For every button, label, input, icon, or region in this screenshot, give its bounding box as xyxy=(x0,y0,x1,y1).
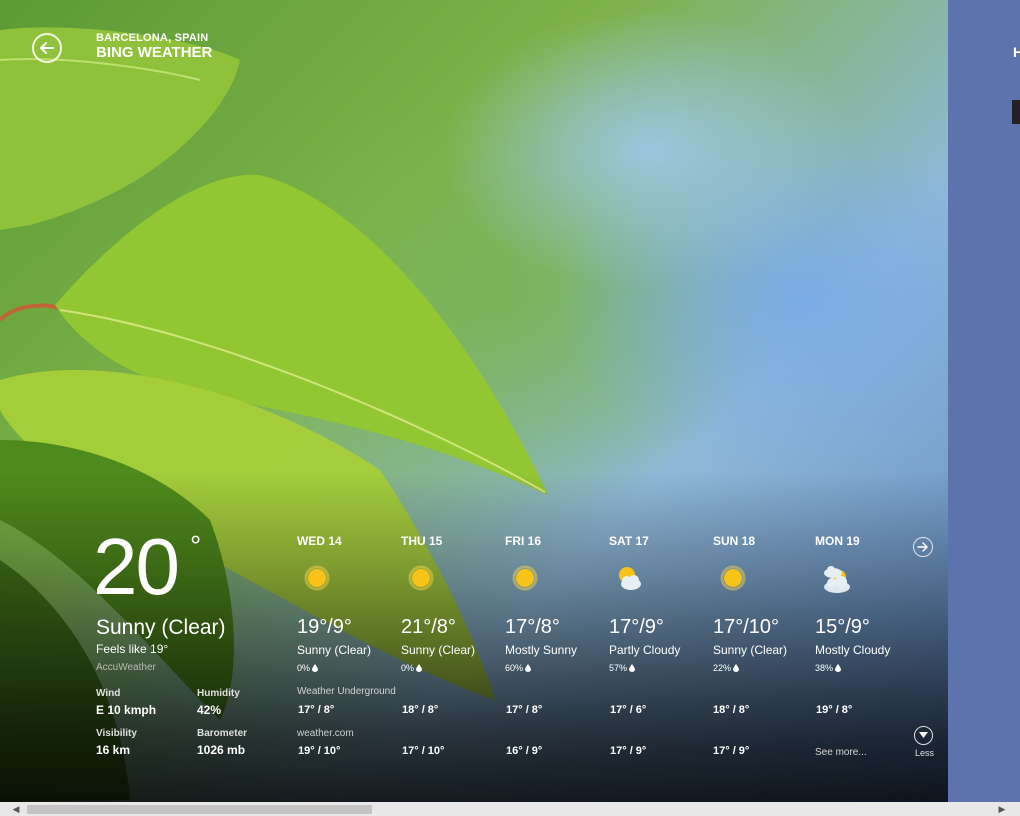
forecast-day[interactable]: THU 15 21°/8° Sunny (Clear) 0% xyxy=(401,534,505,673)
back-button[interactable] xyxy=(32,33,62,63)
day-temps: 17°/9° xyxy=(609,616,664,638)
source-forecast: 19° / 8° xyxy=(816,704,853,716)
precipitation-value: 22% xyxy=(713,663,732,673)
degree-symbol: ° xyxy=(190,530,202,561)
day-temps: 17°/8° xyxy=(505,616,560,638)
raindrop-icon xyxy=(312,664,319,672)
visibility-value: 16 km xyxy=(96,743,131,757)
day-condition: Sunny (Clear) xyxy=(297,643,372,657)
day-condition: Mostly Sunny xyxy=(505,643,578,657)
sun-icon xyxy=(408,565,434,591)
background-photo xyxy=(0,0,948,802)
precipitation-value: 0% xyxy=(401,663,415,673)
side-panel-marker xyxy=(1012,100,1020,124)
precipitation: 60% xyxy=(505,663,532,673)
raindrop-icon xyxy=(835,664,842,672)
scrollbar-thumb[interactable] xyxy=(27,805,372,814)
day-name: FRI 16 xyxy=(505,534,542,548)
day-condition: Sunny (Clear) xyxy=(713,643,788,657)
day-name: MON 19 xyxy=(815,534,860,548)
forecast-day[interactable]: MON 19 15°/9° Mostly Cloudy 38% xyxy=(815,534,919,673)
source-name[interactable]: weather.com xyxy=(297,728,354,739)
day-temps: 15°/9° xyxy=(815,616,870,638)
day-name: SAT 17 xyxy=(609,534,649,548)
source-forecast: 19° / 10° xyxy=(298,745,341,757)
day-condition: Mostly Cloudy xyxy=(815,643,891,657)
raindrop-icon xyxy=(525,664,532,672)
app-title: BING WEATHER xyxy=(96,44,213,61)
precipitation-value: 0% xyxy=(297,663,311,673)
day-temps: 17°/10° xyxy=(713,616,780,638)
source-forecast: 17° / 8° xyxy=(506,704,543,716)
wind-label: Wind xyxy=(96,688,121,699)
source-forecast: 17° / 6° xyxy=(610,704,647,716)
side-panel-heading: H xyxy=(1013,44,1020,60)
forecast-day[interactable]: SAT 17 17°/9° Partly Cloudy 57% xyxy=(609,534,713,673)
day-name: WED 14 xyxy=(297,534,342,548)
sun-icon xyxy=(304,565,330,591)
day-name: THU 15 xyxy=(401,534,443,548)
source-name[interactable]: Weather Underground xyxy=(297,686,396,697)
day-temps: 21°/8° xyxy=(401,616,456,638)
source-forecast: 18° / 8° xyxy=(713,704,750,716)
day-condition: Sunny (Clear) xyxy=(401,643,476,657)
barometer-value: 1026 mb xyxy=(197,743,246,757)
triangle-down-icon xyxy=(919,732,928,738)
horizontal-scrollbar[interactable]: ◀ ▶ xyxy=(0,802,1020,816)
precipitation-value: 57% xyxy=(609,663,628,673)
side-panel: H xyxy=(948,0,1020,802)
precipitation: 0% xyxy=(297,663,319,673)
less-button[interactable] xyxy=(914,726,933,745)
day-temps: 19°/9° xyxy=(297,616,352,638)
current-temperature: 20 xyxy=(93,522,180,611)
see-more-link[interactable]: See more... xyxy=(815,747,867,758)
source-forecast: 17° / 8° xyxy=(298,704,335,716)
source-forecast: 17° / 9° xyxy=(610,745,647,757)
less-label[interactable]: Less xyxy=(915,748,934,758)
source-forecast: 17° / 9° xyxy=(713,745,750,757)
precipitation: 38% xyxy=(815,663,842,673)
forecast-day[interactable]: SUN 18 17°/10° Sunny (Clear) 22% xyxy=(713,534,817,673)
source-forecast: 17° / 10° xyxy=(402,745,445,757)
scroll-left-icon[interactable]: ◀ xyxy=(9,802,23,816)
precipitation-value: 38% xyxy=(815,663,834,673)
arrow-left-icon xyxy=(40,42,54,54)
precipitation: 22% xyxy=(713,663,740,673)
visibility-label: Visibility xyxy=(96,728,137,739)
forecast-day[interactable]: WED 14 19°/9° Sunny (Clear) 0% xyxy=(297,534,401,673)
precipitation-value: 60% xyxy=(505,663,524,673)
scroll-right-icon[interactable]: ▶ xyxy=(995,802,1009,816)
forecast-day[interactable]: FRI 16 17°/8° Mostly Sunny 60% xyxy=(505,534,609,673)
arrow-right-icon xyxy=(917,542,928,552)
source-forecast: 16° / 9° xyxy=(506,745,543,757)
humidity-value: 42% xyxy=(197,703,222,717)
precipitation: 57% xyxy=(609,663,636,673)
raindrop-icon xyxy=(733,664,740,672)
location-label: BARCELONA, SPAIN xyxy=(96,32,209,44)
feels-like: Feels like 19° xyxy=(96,642,169,656)
sun-icon xyxy=(720,565,746,591)
day-condition: Partly Cloudy xyxy=(609,643,681,657)
precipitation: 0% xyxy=(401,663,423,673)
wind-value: E 10 kmph xyxy=(96,703,157,717)
mostly-cloudy-icon xyxy=(824,566,850,593)
sun-icon xyxy=(512,565,538,591)
barometer-label: Barometer xyxy=(197,728,248,739)
raindrop-icon xyxy=(629,664,636,672)
provider-link[interactable]: AccuWeather xyxy=(96,662,156,673)
day-name: SUN 18 xyxy=(713,534,756,548)
current-condition: Sunny (Clear) xyxy=(96,616,226,639)
source-forecast: 18° / 8° xyxy=(402,704,439,716)
raindrop-icon xyxy=(416,664,423,672)
next-days-button[interactable] xyxy=(913,537,933,557)
partly-cloudy-icon xyxy=(619,567,641,590)
humidity-label: Humidity xyxy=(197,688,240,699)
